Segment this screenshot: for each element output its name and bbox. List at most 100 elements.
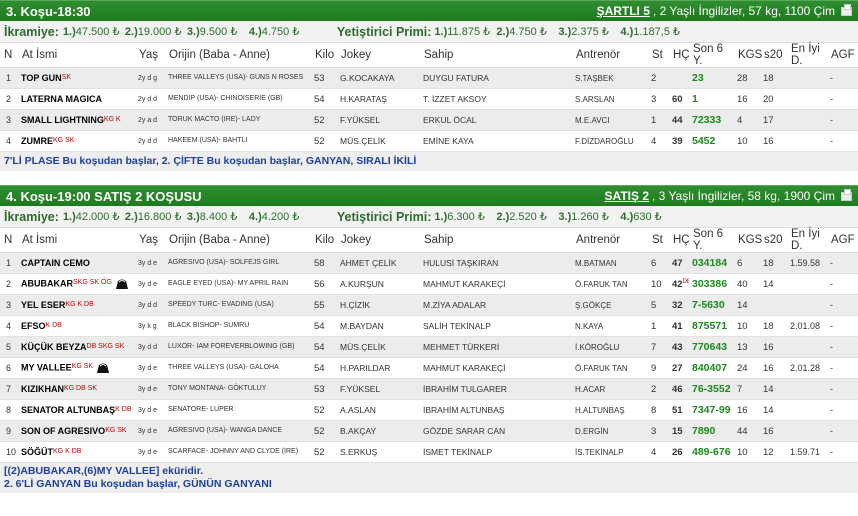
horse-origin[interactable]: TORUK MACTO (IRE)- LADY bbox=[165, 109, 311, 131]
column-header[interactable]: Orijin (Baba - Anne) bbox=[165, 43, 311, 68]
table-row[interactable]: 3 YEL ESERKG K DB 3y d d SPEEDY TURC- EVADI… bbox=[0, 294, 858, 316]
trainer-name[interactable]: S.ARSLAN bbox=[572, 88, 648, 110]
horse-origin[interactable]: AGRESIVO (USA)- SOLFEJS GIRL bbox=[165, 252, 311, 274]
horse-origin[interactable]: THREE VALLEYS (USA)- GALOHA bbox=[165, 357, 311, 379]
horse-name-cell[interactable]: KIZIKHANKG DB SK bbox=[18, 378, 135, 400]
horse-name-cell[interactable]: ABUBAKARSKG SK ÖG bbox=[18, 273, 135, 295]
column-header[interactable]: Antrenör bbox=[572, 228, 648, 253]
column-header[interactable]: En İyi D. bbox=[787, 43, 827, 68]
trainer-name[interactable]: İ.KÖROĞLU bbox=[572, 336, 648, 358]
last-six-races[interactable]: 840407 bbox=[689, 357, 734, 379]
owner-name[interactable]: ERKUL ÖCAL bbox=[420, 109, 572, 131]
owner-name[interactable]: SALİH TEKİNALP bbox=[420, 315, 572, 337]
horse-name[interactable]: ABUBAKAR bbox=[21, 278, 73, 288]
column-header[interactable]: Yaş bbox=[135, 43, 165, 68]
column-header[interactable]: N bbox=[0, 43, 18, 68]
column-header[interactable]: St bbox=[648, 43, 669, 68]
owner-name[interactable]: M.ZİYA ADALAR bbox=[420, 294, 572, 316]
column-header[interactable]: Jokey bbox=[337, 228, 420, 253]
last-six-races[interactable]: 1 bbox=[689, 88, 734, 110]
last-six-races[interactable]: 7347-99 bbox=[689, 399, 734, 421]
column-header[interactable]: Son 6 Y. bbox=[689, 43, 734, 68]
last-six-races[interactable]: 875571 bbox=[689, 315, 734, 337]
horse-origin[interactable]: SCARFACE- JOHNNY AND CLYDE (IRE) bbox=[165, 441, 311, 463]
jockey-name[interactable]: MÜS.ÇELİK bbox=[337, 336, 420, 358]
jockey-name[interactable]: F.YÜKSEL bbox=[337, 378, 420, 400]
table-row[interactable]: 10 SÖĞÜTKG K DB 3y d e SCARFACE- JOHNNY AND… bbox=[0, 441, 858, 463]
column-header[interactable]: N bbox=[0, 228, 18, 253]
jockey-name[interactable]: B.AKÇAY bbox=[337, 420, 420, 442]
trainer-name[interactable]: N.KAYA bbox=[572, 315, 648, 337]
trainer-name[interactable]: M.E.AVCI bbox=[572, 109, 648, 131]
column-header[interactable]: AGF bbox=[827, 43, 858, 68]
column-header[interactable]: Orijin (Baba - Anne) bbox=[165, 228, 311, 253]
horse-origin[interactable]: AGRESIVO (USA)- WANGA DANCE bbox=[165, 420, 311, 442]
horse-origin[interactable]: HAKEEM (USA)- BAHTLI bbox=[165, 130, 311, 152]
trainer-name[interactable]: F.DİZDAROĞLU bbox=[572, 130, 648, 152]
last-six-races[interactable]: 489-676 bbox=[689, 441, 734, 463]
horse-name-cell[interactable]: SMALL LIGHTNINGKG K bbox=[18, 109, 135, 131]
table-row[interactable]: 2 LATERNA MAGICA 2y d d MENDIP (USA)- CHINO… bbox=[0, 88, 858, 110]
jockey-name[interactable]: S.ERKUŞ bbox=[337, 441, 420, 463]
owner-name[interactable]: DUYGU FATURA bbox=[420, 67, 572, 89]
column-header[interactable]: KGS bbox=[734, 43, 762, 68]
table-row[interactable]: 3 SMALL LIGHTNINGKG K 2y a d TORUK MACTO (I… bbox=[0, 109, 858, 131]
horse-origin[interactable]: LUXOR- IAM FOREVERBLOWING (GB) bbox=[165, 336, 311, 358]
horse-origin[interactable]: TONY MONTANA- GÖKTULUY bbox=[165, 378, 311, 400]
jockey-name[interactable]: F.YÜKSEL bbox=[337, 109, 420, 131]
table-row[interactable]: 8 SENATOR ALTUNBAŞK DB 3y d e SENATORE- LUP… bbox=[0, 399, 858, 421]
conditions-link[interactable]: ŞARTLI 5 bbox=[597, 4, 650, 18]
horse-origin[interactable]: SPEEDY TURC- EVADING (USA) bbox=[165, 294, 311, 316]
column-header[interactable]: HÇ bbox=[669, 228, 690, 253]
column-header[interactable]: Jokey bbox=[337, 43, 420, 68]
jockey-name[interactable]: A.ASLAN bbox=[337, 399, 420, 421]
horse-name[interactable]: LATERNA MAGICA bbox=[21, 94, 102, 104]
horse-name[interactable]: KÜÇÜK BEYZA bbox=[21, 342, 87, 352]
trainer-name[interactable]: D.ERGİN bbox=[572, 420, 648, 442]
last-six-races[interactable]: 5452 bbox=[689, 130, 734, 152]
column-header[interactable]: KGS bbox=[734, 228, 762, 253]
table-row[interactable]: 1 CAPTAIN CEMO 3y d e AGRESIVO (USA)- SOLFE… bbox=[0, 252, 858, 274]
trainer-name[interactable]: S.TAŞBEK bbox=[572, 67, 648, 89]
jockey-name[interactable]: H.PARILDAR bbox=[337, 357, 420, 379]
column-header[interactable]: HÇ bbox=[669, 43, 690, 68]
horse-name[interactable]: ZUMRE bbox=[21, 136, 53, 146]
jockey-name[interactable]: MÜS.ÇELİK bbox=[337, 130, 420, 152]
horse-name[interactable]: SMALL LIGHTNING bbox=[21, 115, 104, 125]
trainer-name[interactable]: H.ALTUNBAŞ bbox=[572, 399, 648, 421]
trainer-name[interactable]: Ö.FARUK TAN bbox=[572, 357, 648, 379]
table-row[interactable]: 4 EFSOK DB 3y k g BLACK BISHOP- SUMRU 54 M.BA… bbox=[0, 315, 858, 337]
column-header[interactable]: Antrenör bbox=[572, 43, 648, 68]
column-header[interactable]: Son 6 Y. bbox=[689, 228, 734, 253]
table-row[interactable]: 6 MY VALLEEKG SK 3y d e THREE VALLEYS (USA)… bbox=[0, 357, 858, 379]
owner-name[interactable]: İBRAHİM ALTUNBAŞ bbox=[420, 399, 572, 421]
owner-name[interactable]: MAHMUT KARAKEÇİ bbox=[420, 273, 572, 295]
owner-name[interactable]: HULUSİ TAŞKIRAN bbox=[420, 252, 572, 274]
jockey-name[interactable]: H.ÇİZİK bbox=[337, 294, 420, 316]
horse-name[interactable]: CAPTAIN CEMO bbox=[21, 258, 90, 268]
printer-icon[interactable] bbox=[841, 3, 852, 16]
horse-name[interactable]: SENATOR ALTUNBAŞ bbox=[21, 405, 115, 415]
jockey-name[interactable]: H.KARATAŞ bbox=[337, 88, 420, 110]
trainer-name[interactable]: M.BATMAN bbox=[572, 252, 648, 274]
horse-name[interactable]: SON OF AGRESIVO bbox=[21, 426, 105, 436]
owner-name[interactable]: MEHMET TÜRKERİ bbox=[420, 336, 572, 358]
owner-name[interactable]: GÖZDE SARAR CAN bbox=[420, 420, 572, 442]
horse-name-cell[interactable]: TOP GUNSK bbox=[18, 67, 135, 89]
jockey-name[interactable]: AHMET ÇELİK bbox=[337, 252, 420, 274]
jockey-name[interactable]: A.KURŞUN bbox=[337, 273, 420, 295]
trainer-name[interactable]: H.ACAR bbox=[572, 378, 648, 400]
last-six-races[interactable]: 770643 bbox=[689, 336, 734, 358]
last-six-races[interactable]: 7-5630 bbox=[689, 294, 734, 316]
column-header[interactable]: At İsmi bbox=[18, 228, 135, 253]
trainer-name[interactable]: Ö.FARUK TAN bbox=[572, 273, 648, 295]
column-header[interactable]: Yaş bbox=[135, 228, 165, 253]
horse-name-cell[interactable]: SENATOR ALTUNBAŞK DB bbox=[18, 399, 135, 421]
last-six-races[interactable]: 034184 bbox=[689, 252, 734, 274]
column-header[interactable]: At İsmi bbox=[18, 43, 135, 68]
horse-name[interactable]: EFSO bbox=[21, 321, 46, 331]
column-header[interactable]: s20 bbox=[760, 228, 787, 253]
column-header[interactable]: St bbox=[648, 228, 669, 253]
table-row[interactable]: 4 ZUMREKG SK 2y d d HAKEEM (USA)- BAHTLI 52 M… bbox=[0, 130, 858, 152]
column-header[interactable]: Kilo bbox=[311, 228, 337, 253]
